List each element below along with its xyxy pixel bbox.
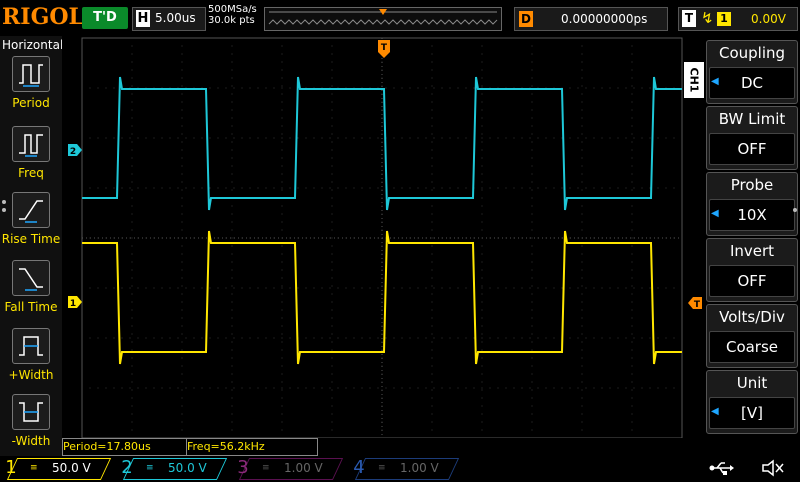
rise-time-icon: [12, 192, 50, 228]
delay-label: D: [519, 11, 533, 27]
probe-title: Probe: [730, 176, 774, 194]
channel-3-button[interactable]: 3 ≡ 1.00 V: [232, 456, 344, 480]
sample-rate: 500MSa/s: [208, 4, 257, 15]
period-icon: [12, 56, 50, 92]
trigger-position-marker[interactable]: T: [378, 40, 390, 58]
volts-div-menu[interactable]: Volts/Div Coarse: [706, 304, 798, 368]
page-dot-icon: [2, 200, 6, 204]
trigger-level-value: 0.00V: [751, 12, 786, 26]
left-arrow-icon: ◀: [711, 76, 719, 87]
coupling-title: Coupling: [718, 44, 786, 62]
positive-width-icon: [12, 328, 50, 364]
unit-value: [V]: [709, 397, 795, 429]
trigger-source-badge: 1: [717, 12, 731, 26]
trigger-position-label: T: [381, 43, 388, 53]
trigger-level-marker-label: T: [694, 300, 701, 309]
volts-div-title: Volts/Div: [719, 308, 785, 326]
delay-box[interactable]: D 0.00000000ps: [514, 7, 668, 31]
left-arrow-icon: ◀: [711, 406, 719, 417]
dc-coupling-icon: ≡: [30, 463, 38, 473]
probe-menu[interactable]: Probe 10X ◀: [706, 172, 798, 236]
usb-icon: [708, 458, 734, 478]
rise-time-label: Rise Time: [1, 232, 61, 246]
left-arrow-icon: ◀: [711, 208, 719, 219]
negative-width-label: -Width: [11, 434, 51, 448]
channel-4-scale: 1.00 V: [400, 461, 439, 475]
period-measurement[interactable]: Period=17.80us: [62, 438, 188, 456]
channel-4-button[interactable]: 4 ≡ 1.00 V: [348, 456, 460, 480]
dc-coupling-icon: ≡: [146, 463, 154, 473]
coupling-menu[interactable]: Coupling DC ◀: [706, 40, 798, 104]
channel-1-offset-marker[interactable]: 1: [68, 293, 82, 309]
ch2-marker-label: 2: [70, 147, 76, 156]
bw-limit-value: OFF: [709, 133, 795, 165]
measure-positive-width-button[interactable]: +Width: [0, 326, 62, 392]
measure-fall-time-button[interactable]: Fall Time: [0, 258, 62, 324]
timebase-box[interactable]: H 5.00us: [132, 7, 206, 31]
period-label: Period: [12, 96, 50, 110]
channel-1-number: 1: [5, 457, 17, 478]
channel-1-button[interactable]: 1 ≡ 50.0 V: [0, 456, 112, 480]
memory-waveform-overview: [264, 7, 502, 31]
rising-edge-icon: ↯: [701, 9, 714, 27]
horizontal-measure-panel: Horizontal Period Freq Rise Time Fall Ti…: [0, 36, 64, 458]
memory-depth: 30.0k pts: [208, 15, 255, 26]
waveform-display[interactable]: [62, 36, 684, 438]
invert-value: OFF: [709, 265, 795, 297]
channel-4-number: 4: [353, 457, 365, 478]
speaker-muted-icon[interactable]: [760, 458, 786, 478]
rigol-logo: RIGOL: [2, 4, 84, 30]
channel-2-button[interactable]: 2 ≡ 50.0 V: [116, 456, 228, 480]
dc-coupling-icon: ≡: [262, 463, 270, 473]
panel-title: Horizontal: [2, 38, 64, 52]
channel-1-scale: 50.0 V: [52, 461, 91, 475]
channel-2-offset-marker[interactable]: 2: [68, 141, 82, 157]
acquisition-info: 500MSa/s 30.0k pts: [208, 4, 257, 26]
fall-time-icon: [12, 260, 50, 296]
top-status-bar: RIGOL T'D H 5.00us 500MSa/s 30.0k pts D …: [0, 0, 800, 36]
measure-period-button[interactable]: Period: [0, 54, 62, 120]
unit-menu[interactable]: Unit [V] ◀: [706, 370, 798, 434]
trigger-status-badge: T'D: [82, 7, 128, 29]
frequency-measurement[interactable]: Freq=56.2kHz: [186, 438, 318, 456]
graticule: [81, 37, 683, 438]
bw-limit-title: BW Limit: [718, 110, 786, 128]
unit-title: Unit: [736, 374, 768, 392]
trigger-box[interactable]: T ↯ 1 0.00V: [678, 7, 798, 31]
volts-div-value: Coarse: [709, 331, 795, 363]
measure-frequency-button[interactable]: Freq: [0, 124, 62, 190]
probe-value: 10X: [709, 199, 795, 231]
negative-width-icon: [12, 394, 50, 430]
trigger-level-marker[interactable]: T: [688, 294, 702, 310]
frequency-icon: [12, 126, 50, 162]
measure-rise-time-button[interactable]: Rise Time: [0, 190, 62, 256]
freq-label: Freq: [18, 166, 44, 180]
channel-2-scale: 50.0 V: [168, 461, 207, 475]
channel-3-scale: 1.00 V: [284, 461, 323, 475]
measure-negative-width-button[interactable]: -Width: [0, 392, 62, 458]
invert-menu[interactable]: Invert OFF: [706, 238, 798, 302]
invert-title: Invert: [729, 242, 775, 260]
coupling-value: DC: [709, 67, 795, 99]
timebase-value: 5.00us: [155, 11, 196, 25]
ch1-marker-label: 1: [70, 299, 76, 308]
dc-coupling-icon: ≡: [378, 463, 386, 473]
channel-1-menu-tab[interactable]: CH1: [684, 62, 704, 98]
channel-3-number: 3: [237, 457, 249, 478]
horizontal-label: H: [136, 10, 150, 27]
bandwidth-limit-menu[interactable]: BW Limit OFF: [706, 106, 798, 170]
positive-width-label: +Width: [8, 368, 54, 382]
page-dot-icon: [2, 208, 6, 212]
trigger-label: T: [682, 10, 696, 27]
page-dot-icon: [793, 208, 797, 212]
delay-value: 0.00000000ps: [561, 12, 648, 26]
fall-time-label: Fall Time: [4, 300, 58, 314]
channel-2-number: 2: [121, 457, 133, 478]
